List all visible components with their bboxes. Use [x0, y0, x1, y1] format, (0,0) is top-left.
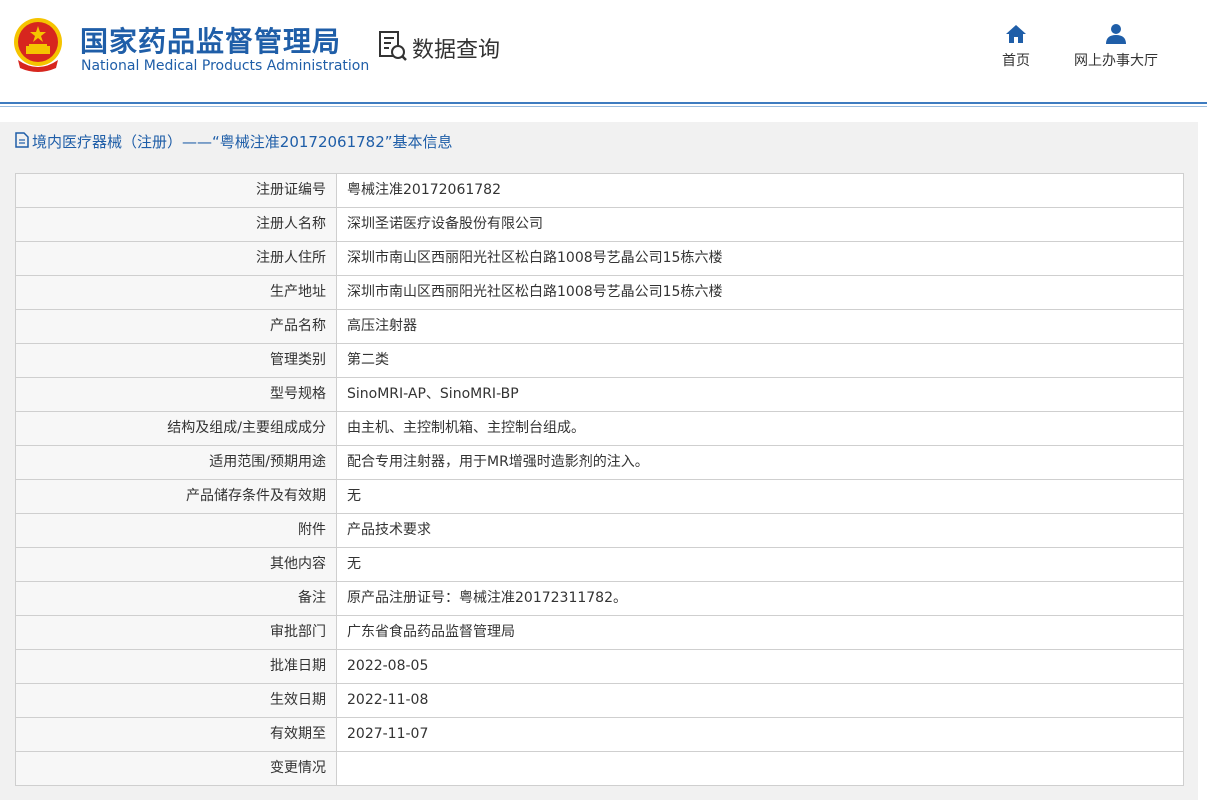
field-value: 无 — [337, 548, 1183, 581]
info-table: 注册证编号 粤械注准20172061782 注册人名称 深圳圣诺医疗设备股份有限公司注… — [15, 173, 1184, 786]
field-value: 粤械注准20172061782 — [337, 174, 1183, 207]
field-value: 高压注射器 — [337, 310, 1183, 343]
site-header: 国家药品监督管理局 National Medical Products Admi… — [0, 0, 1207, 107]
site-subtitle: National Medical Products Administration — [81, 58, 370, 74]
field-label: 注册人名称 — [16, 208, 337, 241]
table-row: 审批部门 广东省食品药品监督管理局 — [16, 616, 1183, 650]
home-icon — [996, 24, 1036, 44]
field-value: 无 — [337, 480, 1183, 513]
table-row: 注册人名称 深圳圣诺医疗设备股份有限公司 — [16, 208, 1183, 242]
table-row: 注册证编号 粤械注准20172061782 — [16, 174, 1183, 208]
data-query-link[interactable]: 数据查询 — [378, 30, 500, 66]
data-query-label: 数据查询 — [412, 38, 501, 63]
table-row: 型号规格 SinoMRI-AP、SinoMRI-BP — [16, 378, 1183, 412]
table-row: 产品储存条件及有效期无 — [16, 480, 1183, 514]
field-label: 型号规格 — [16, 378, 337, 411]
field-value: 广东省食品药品监督管理局 — [337, 616, 1183, 649]
field-label: 批准日期 — [16, 650, 337, 683]
panel-title: 境内医疗器械（注册）——“粤械注准20172061782”基本信息 — [32, 133, 453, 151]
nav-online-hall[interactable]: 网上办事大厅 — [1068, 24, 1164, 70]
header-divider-secondary — [0, 106, 1207, 107]
field-value: 2022-11-08 — [337, 684, 1183, 717]
field-label: 产品储存条件及有效期 — [16, 480, 337, 513]
field-label: 适用范围/预期用途 — [16, 446, 337, 479]
field-value: 深圳市南山区西丽阳光社区松白路1008号艺晶公司15栋六楼 — [337, 276, 1183, 309]
field-value: 第二类 — [337, 344, 1183, 377]
table-row: 附件 产品技术要求 — [16, 514, 1183, 548]
nav-online-hall-label: 网上办事大厅 — [1074, 53, 1158, 69]
table-row: 有效期至 2027-11-07 — [16, 718, 1183, 752]
table-row: 管理类别 第二类 — [16, 344, 1183, 378]
field-label: 产品名称 — [16, 310, 337, 343]
site-title[interactable]: 国家药品监督管理局 — [80, 20, 341, 60]
panel-header: 境内医疗器械（注册）——“粤械注准20172061782”基本信息 — [0, 122, 1198, 161]
field-value: 2027-11-07 — [337, 718, 1183, 751]
field-label: 注册证编号 — [16, 174, 337, 207]
table-row: 生产地址 深圳市南山区西丽阳光社区松白路1008号艺晶公司15栋六楼 — [16, 276, 1183, 310]
field-label: 结构及组成/主要组成成分 — [16, 412, 337, 445]
field-value — [337, 752, 1183, 785]
table-row: 批准日期 2022-08-05 — [16, 650, 1183, 684]
user-icon — [1068, 24, 1164, 44]
field-value: 产品技术要求 — [337, 514, 1183, 547]
table-row: 产品名称 高压注射器 — [16, 310, 1183, 344]
nav-home[interactable]: 首页 — [996, 24, 1036, 70]
table-row: 其他内容无 — [16, 548, 1183, 582]
field-label: 注册人住所 — [16, 242, 337, 275]
field-label: 生产地址 — [16, 276, 337, 309]
document-icon — [15, 131, 29, 152]
table-row: 生效日期 2022-11-08 — [16, 684, 1183, 718]
field-label: 审批部门 — [16, 616, 337, 649]
field-label: 变更情况 — [16, 752, 337, 785]
nav-home-label: 首页 — [1002, 53, 1030, 69]
field-value: 配合专用注射器，用于MR增强时造影剂的注入。 — [337, 446, 1183, 479]
field-value: 深圳市南山区西丽阳光社区松白路1008号艺晶公司15栋六楼 — [337, 242, 1183, 275]
field-value: 原产品注册证号：粤械注准20172311782。 — [337, 582, 1183, 615]
table-row: 结构及组成/主要组成成分 由主机、主控制机箱、主控制台组成。 — [16, 412, 1183, 446]
table-row: 变更情况 — [16, 752, 1183, 786]
field-label: 生效日期 — [16, 684, 337, 717]
field-label: 管理类别 — [16, 344, 337, 377]
table-row: 适用范围/预期用途 配合专用注射器，用于MR增强时造影剂的注入。 — [16, 446, 1183, 480]
detail-panel: 境内医疗器械（注册）——“粤械注准20172061782”基本信息 注册证编号粤… — [0, 122, 1198, 800]
table-row: 备注 原产品注册证号：粤械注准20172311782。 — [16, 582, 1183, 616]
field-value: SinoMRI-AP、SinoMRI-BP — [337, 378, 1183, 411]
field-label: 附件 — [16, 514, 337, 547]
field-label: 其他内容 — [16, 548, 337, 581]
field-value: 2022-08-05 — [337, 650, 1183, 683]
field-value: 深圳圣诺医疗设备股份有限公司 — [337, 208, 1183, 241]
document-search-icon — [378, 30, 408, 66]
field-label: 备注 — [16, 582, 337, 615]
field-value: 由主机、主控制机箱、主控制台组成。 — [337, 412, 1183, 445]
header-divider — [0, 102, 1207, 104]
table-row: 注册人住所 深圳市南山区西丽阳光社区松白路1008号艺晶公司15栋六楼 — [16, 242, 1183, 276]
national-emblem-icon — [12, 16, 64, 74]
field-label: 有效期至 — [16, 718, 337, 751]
